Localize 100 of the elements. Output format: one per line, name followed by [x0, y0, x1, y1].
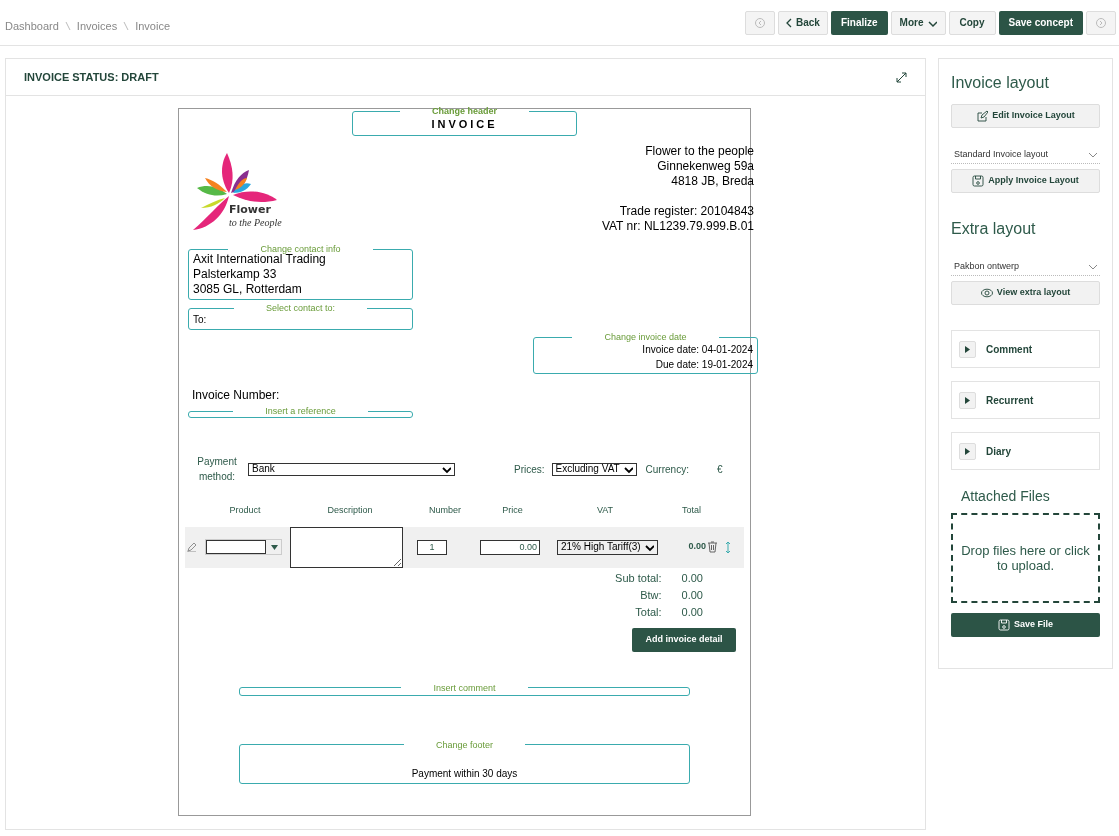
total-label: Btw:	[639, 587, 662, 603]
file-dropzone[interactable]: Drop files here or click to upload.	[951, 513, 1100, 603]
company-registration-line: Trade register: 20104843	[618, 204, 754, 219]
add-invoice-detail-button[interactable]: Add invoice detail	[632, 627, 736, 652]
chevron-down-icon	[623, 464, 633, 474]
edit-icon	[186, 542, 196, 552]
date-line: Due date: 19-01-2024	[654, 358, 753, 372]
prices-select[interactable]: Excluding VAT	[551, 462, 637, 476]
contact-address-line: 3085 GL, Rotterdam	[193, 282, 303, 297]
product-combobox[interactable]	[205, 539, 282, 555]
footer-field[interactable]: Change footer Payment within 30 days	[239, 739, 690, 784]
vertical-resize-icon	[724, 540, 732, 554]
dropdown-arrow-icon	[270, 542, 279, 552]
field-legend: Change header	[400, 106, 529, 116]
total-label: Sub total:	[615, 570, 662, 586]
prices-label: Prices:	[514, 462, 545, 477]
logo-name: Flower	[229, 203, 272, 216]
vat-select[interactable]: 21% High Tariff(3)	[557, 539, 658, 555]
field-label: To:	[193, 313, 208, 327]
section-title: Attached Files	[961, 487, 1051, 506]
collapsible-section[interactable]: Comment	[951, 330, 1100, 368]
primary-button[interactable]: Finalize	[830, 10, 888, 35]
company-address-line: Flower to the people	[644, 144, 754, 159]
field-legend: Select contact to:	[233, 303, 367, 313]
column-header: Total	[681, 504, 702, 517]
breadcrumb-link[interactable]: Invoice	[135, 17, 171, 35]
layout-select[interactable]: Standard Invoice layout	[951, 146, 1100, 164]
column-header: Number	[428, 504, 462, 517]
contact-address-line: Palsterkamp 33	[193, 267, 278, 282]
field-legend: Change footer	[403, 739, 525, 750]
collapsible-section[interactable]: Recurrent	[951, 381, 1100, 419]
field-legend: Insert comment	[401, 682, 528, 693]
company-address-line: 4818 JB, Breda	[670, 174, 754, 189]
toggle-button[interactable]	[959, 391, 976, 409]
more-button[interactable]: More	[890, 10, 946, 35]
triangle-right-icon	[964, 396, 971, 404]
breadcrumb-separator-icon	[64, 21, 71, 31]
chevron-left-icon	[786, 17, 792, 28]
toggle-button[interactable]	[959, 442, 976, 460]
panel-title: INVOICE STATUS: DRAFT	[24, 69, 159, 85]
collapsible-section[interactable]: Diary	[951, 432, 1100, 470]
contact-field[interactable]: Change contact info Axit International Trading Palsterkamp 33 3085 GL, Rotterdam	[188, 244, 413, 300]
payment-method-label: Payment method:	[196, 455, 238, 484]
section-title: Invoice layout	[951, 73, 1050, 93]
contact-to-field[interactable]: Select contact to: To:	[188, 303, 413, 330]
breadcrumb-link[interactable]: Invoices	[76, 17, 118, 35]
save-file-button[interactable]: Save File	[951, 613, 1100, 637]
column-header: Description	[326, 504, 374, 517]
layout-select[interactable]: Pakbon ontwerp	[951, 258, 1100, 276]
chevron-down-icon	[1088, 150, 1097, 159]
column-header: Price	[501, 504, 524, 517]
edit-icon	[976, 110, 989, 122]
triangle-right-icon	[964, 447, 971, 455]
date-line: Invoice date: 04-01-2024	[641, 343, 753, 357]
chevron-down-icon	[1088, 262, 1097, 271]
sidebar-button[interactable]: Apply Invoice Layout	[951, 169, 1100, 193]
payment-method-select[interactable]: Bank	[248, 462, 455, 476]
invoice-date-field[interactable]: Change invoice date Invoice date: 04-01-2024 Due date: 19-01-2024	[533, 332, 758, 374]
expand-icon	[896, 71, 907, 83]
total-label: Total:	[634, 604, 662, 620]
company-registration-line: VAT nr: NL1239.79.999.B.01	[601, 219, 754, 234]
description-input[interactable]	[290, 526, 403, 568]
field-legend: Insert a reference	[233, 406, 368, 416]
breadcrumb-separator-icon	[123, 21, 130, 31]
row-total: 0.00	[688, 540, 706, 554]
comment-field[interactable]: Insert comment	[239, 682, 690, 696]
reference-field[interactable]: Insert a reference	[188, 406, 413, 418]
total-value: 0.00	[681, 570, 703, 586]
copy-button[interactable]: Copy	[948, 10, 996, 35]
sidebar-button[interactable]: Edit Invoice Layout	[951, 104, 1100, 128]
section-label: Comment	[986, 342, 1033, 357]
invoice-heading: INVOICE	[430, 117, 499, 132]
invoice-number-label: Invoice Number:	[192, 387, 281, 404]
chevron-down-icon	[442, 464, 451, 474]
field-legend: Change invoice date	[572, 332, 719, 342]
chevron-down-icon	[645, 542, 654, 552]
price-input[interactable]: 0.00	[480, 539, 540, 555]
total-value: 0.00	[681, 604, 703, 620]
total-value: 0.00	[681, 587, 703, 603]
trash-icon	[707, 541, 718, 553]
section-label: Diary	[986, 444, 1011, 459]
currency-value: €	[716, 462, 723, 477]
header-field[interactable]: Change header INVOICE	[352, 106, 577, 136]
section-title: Extra layout	[951, 219, 1037, 239]
back-button[interactable]: Back	[778, 10, 828, 35]
triangle-right-icon	[964, 345, 971, 353]
sidebar-button[interactable]: View extra layout	[951, 281, 1100, 305]
column-header: Product	[228, 504, 262, 517]
number-input[interactable]: 1	[417, 539, 447, 555]
column-header: VAT	[595, 504, 615, 517]
field-legend: Change contact info	[228, 244, 373, 254]
company-address-line: Ginnekenweg 59a	[656, 159, 754, 174]
toggle-button[interactable]	[959, 340, 976, 358]
right-circle-arrow-icon	[1096, 17, 1106, 28]
primary-button[interactable]: Save concept	[998, 10, 1083, 35]
breadcrumb-link[interactable]: Dashboard	[5, 17, 59, 35]
eye-icon	[980, 287, 993, 299]
footer-text: Payment within 30 days	[410, 766, 519, 781]
logo-tagline: to the People	[229, 216, 282, 229]
left-circle-arrow-icon	[755, 17, 765, 28]
